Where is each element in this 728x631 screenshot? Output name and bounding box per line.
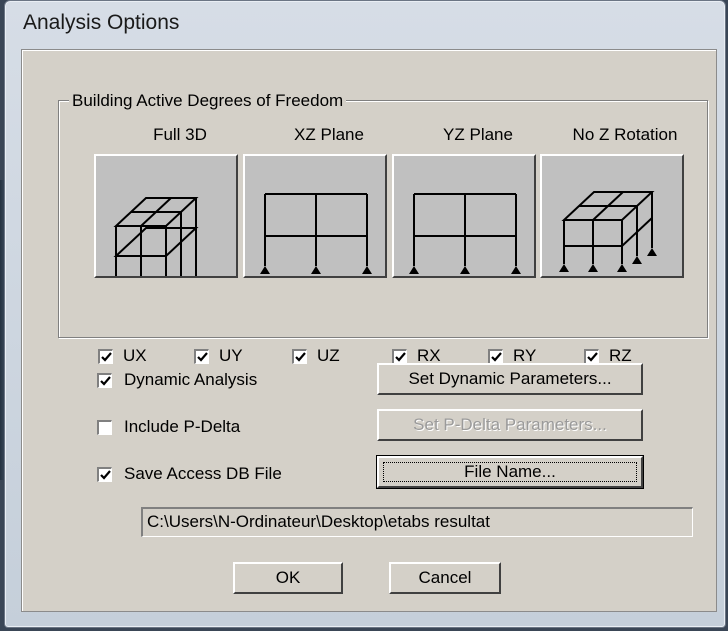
plane-label-xz: XZ Plane (294, 125, 364, 144)
dialog-window: Analysis Options Building Active Degrees… (4, 0, 726, 628)
plane-label-yz: YZ Plane (443, 125, 513, 144)
uz-label: UZ (317, 346, 340, 365)
check-icon (101, 351, 112, 362)
ux-checkbox[interactable] (98, 348, 113, 364)
check-icon (491, 351, 502, 362)
uz-checkbox[interactable] (292, 348, 307, 364)
check-icon (395, 351, 406, 362)
p-delta-checkbox[interactable] (97, 419, 112, 435)
ux-checkbox-row[interactable]: UX (98, 346, 147, 366)
uz-checkbox-row[interactable]: UZ (292, 346, 340, 366)
xz-plane-button[interactable] (243, 154, 387, 278)
full-3d-frame-icon (113, 197, 199, 276)
dof-group-legend: Building Active Degrees of Freedom (69, 91, 347, 111)
ux-label: UX (123, 346, 147, 365)
p-delta-row[interactable]: Include P-Delta (97, 417, 240, 437)
check-icon (587, 351, 598, 362)
rz-checkbox[interactable] (584, 348, 599, 364)
yz-plane-frame-icon (409, 193, 521, 274)
p-delta-label: Include P-Delta (124, 417, 241, 436)
yz-plane-button[interactable] (392, 154, 536, 278)
cancel-button[interactable]: Cancel (389, 562, 501, 594)
check-icon (100, 469, 111, 480)
rx-checkbox[interactable] (392, 348, 407, 364)
set-dynamic-parameters-button[interactable]: Set Dynamic Parameters... (377, 363, 643, 395)
ok-button[interactable]: OK (233, 562, 343, 594)
no-z-rotation-frame-icon (559, 191, 657, 272)
dynamic-analysis-checkbox[interactable] (97, 372, 112, 388)
save-db-checkbox[interactable] (97, 466, 112, 482)
dynamic-analysis-label: Dynamic Analysis (124, 370, 258, 389)
focus-ring (383, 462, 637, 482)
plane-label-full-3d: Full 3D (153, 125, 207, 144)
save-db-label: Save Access DB File (124, 464, 282, 483)
ry-checkbox[interactable] (488, 348, 503, 364)
set-p-delta-parameters-button[interactable]: Set P-Delta Parameters... (377, 409, 643, 441)
uy-checkbox-row[interactable]: UY (194, 346, 243, 366)
check-icon (295, 351, 306, 362)
plane-label-no-z-rotation: No Z Rotation (572, 125, 678, 144)
file-name-button[interactable]: File Name... (376, 455, 644, 489)
dialog-title: Analysis Options (23, 11, 180, 34)
check-icon (197, 351, 208, 362)
uy-label: UY (219, 346, 243, 365)
full-3d-button[interactable] (94, 154, 238, 278)
save-db-row[interactable]: Save Access DB File (97, 464, 282, 484)
check-icon (100, 375, 111, 386)
uy-checkbox[interactable] (194, 348, 209, 364)
dynamic-analysis-row[interactable]: Dynamic Analysis (97, 370, 257, 390)
xz-plane-frame-icon (260, 193, 372, 274)
file-path-field[interactable]: C:\Users\N-Ordinateur\Desktop\etabs resu… (141, 507, 693, 537)
no-z-rotation-button[interactable] (540, 154, 684, 278)
